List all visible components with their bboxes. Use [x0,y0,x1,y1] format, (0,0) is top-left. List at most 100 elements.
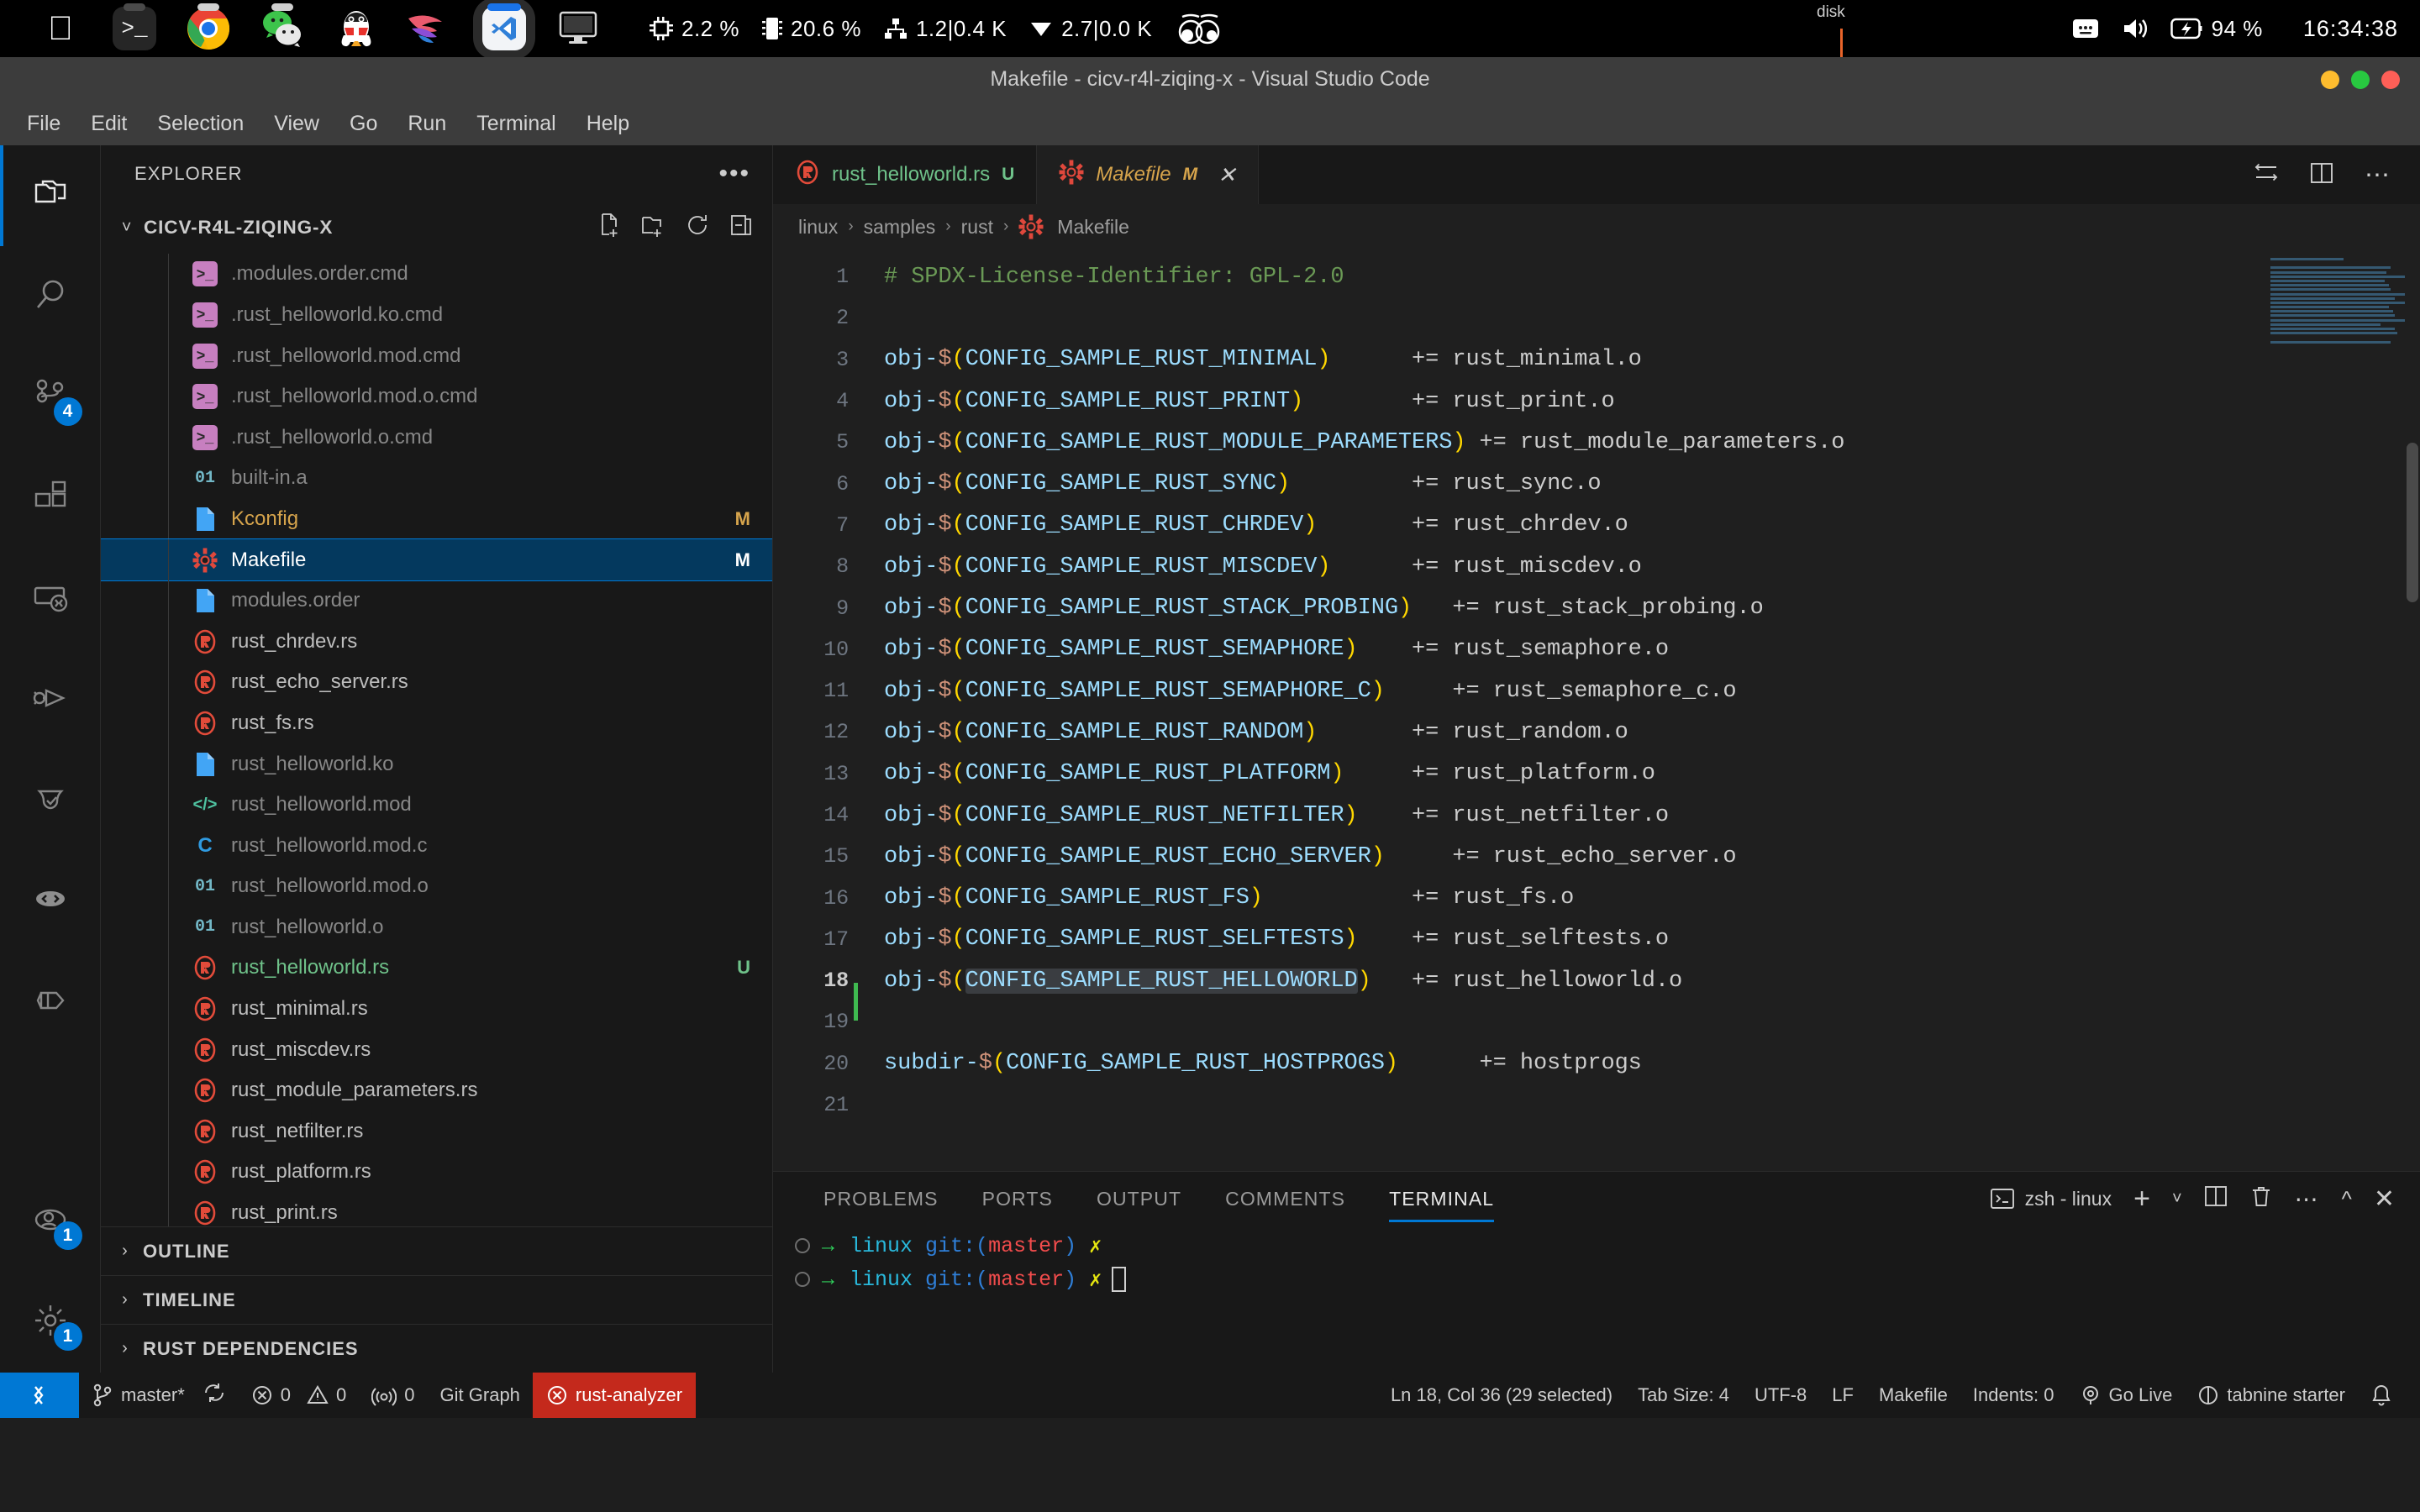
code-line[interactable]: 4 obj-$(CONFIG_SAMPLE_RUST_PRINT) += rust… [773,381,2420,422]
file-tree-item[interactable]: Crust_helloworld.mod.c [101,825,772,866]
code-line[interactable]: 5 obj-$(CONFIG_SAMPLE_RUST_MODULE_PARAMET… [773,422,2420,463]
sidebar-more-icon[interactable]: ••• [718,160,750,188]
tabnine-item[interactable]: tabnine starter [2185,1373,2358,1418]
activity-bar-item-container-view[interactable] [0,952,101,1053]
activity-bar-item-remote-explorer[interactable] [0,549,101,649]
activity-bar-item-explorer[interactable] [0,145,101,246]
file-tree-item[interactable]: rust_netfilter.rs [101,1110,772,1152]
problems-item[interactable]: 0 0 [239,1373,360,1418]
file-tree-item[interactable]: Kconfig M [101,498,772,540]
file-tree-item[interactable]: >_ .rust_helloworld.mod.cmd [101,335,772,376]
input-source-icon[interactable] [2071,16,2100,41]
menu-file[interactable]: File [13,108,74,140]
menu-edit[interactable]: Edit [77,108,140,140]
chevron-down-icon[interactable]: ˅ [118,218,136,238]
sidebar-section-outline[interactable]: › OUTLINE [101,1226,772,1275]
kill-terminal-icon[interactable] [2249,1184,2273,1214]
sidebar-section-rust-dependencies[interactable]: › RUST DEPENDENCIES [101,1324,772,1373]
panel-tab-problems[interactable]: PROBLEMS [802,1172,960,1226]
minimap[interactable] [2270,258,2405,344]
maximize-panel-icon[interactable]: ^ [2342,1186,2352,1212]
menu-clock[interactable]: 16:34:38 [2303,16,2398,42]
code-line[interactable]: 17 obj-$(CONFIG_SAMPLE_RUST_SELFTESTS) +=… [773,919,2420,960]
activity-bar-item-search[interactable] [0,246,101,347]
file-tree[interactable]: >_ .modules.order.cmd >_ .rust_helloworld.k… [101,254,772,1226]
file-tree-item[interactable]: </> rust_helloworld.mod [101,784,772,826]
git-graph-item[interactable]: Git Graph [428,1373,533,1418]
memory-stat[interactable]: 20.6 % [761,16,861,42]
sync-icon[interactable] [203,1382,226,1409]
tab-size-item[interactable]: Tab Size: 4 [1625,1373,1742,1418]
file-tree-item[interactable]: >_ .rust_helloworld.mod.o.cmd [101,375,772,417]
file-tree-item[interactable]: rust_print.rs [101,1192,772,1226]
maximize-button[interactable] [2351,70,2370,89]
breadcrumb-item[interactable]: rust [961,216,993,239]
file-tree-item[interactable]: rust_echo_server.rs [101,662,772,703]
code-line[interactable]: 14 obj-$(CONFIG_SAMPLE_RUST_NETFILTER) +=… [773,795,2420,836]
terminal-output[interactable]: → linux git:(master) ✗ → linux git:(master)… [773,1226,2420,1373]
sidebar-section-timeline[interactable]: › TIMELINE [101,1275,772,1324]
workspace-folder-row[interactable]: ˅ CICV-R4L-ZIQING-X [101,202,772,255]
refresh-icon[interactable] [685,213,710,243]
ports-item[interactable]: 0 [359,1373,427,1418]
file-tree-item[interactable]: rust_fs.rs [101,702,772,744]
code-line[interactable]: 2 [773,297,2420,339]
active-terminal-chip[interactable]: zsh - linux [1990,1187,2112,1210]
code-line[interactable]: 19 [773,1001,2420,1042]
warp-app-icon[interactable] [393,0,467,57]
more-actions-icon[interactable]: ⋯ [2295,1185,2320,1213]
apple-menu-icon[interactable]:  [24,0,97,57]
panel-tab-output[interactable]: OUTPUT [1075,1172,1203,1226]
file-tree-item[interactable]: modules.order [101,580,772,622]
activity-bar-item-accounts[interactable]: 1 [0,1171,101,1272]
split-terminal-icon[interactable] [2204,1184,2228,1214]
code-line[interactable]: 7 obj-$(CONFIG_SAMPLE_RUST_CHRDEV) += rus… [773,505,2420,546]
breadcrumb[interactable]: linux › samples › rust › Makefile [773,204,2420,249]
file-tree-item[interactable]: rust_chrdev.rs [101,621,772,663]
file-tree-item[interactable]: >_ .modules.order.cmd [101,254,772,295]
activity-bar-item-run-and-debug[interactable] [0,649,101,750]
menu-help[interactable]: Help [573,108,643,140]
bell-icon[interactable] [2358,1373,2405,1418]
go-live-item[interactable]: Go Live [2067,1373,2186,1418]
panel-tab-comments[interactable]: COMMENTS [1203,1172,1367,1226]
code-line[interactable]: 8 obj-$(CONFIG_SAMPLE_RUST_MISCDEV) += ru… [773,546,2420,587]
close-icon[interactable]: ✕ [1218,162,1236,188]
collapse-all-icon[interactable] [729,213,754,243]
panel-tab-terminal[interactable]: TERMINAL [1367,1172,1516,1226]
new-folder-icon[interactable] [641,213,666,243]
editor-scrollbar[interactable] [2407,443,2418,602]
wechat-app-icon[interactable] [245,0,319,57]
code-line[interactable]: 9 obj-$(CONFIG_SAMPLE_RUST_STACK_PROBING)… [773,587,2420,628]
indents-item[interactable]: Indents: 0 [1960,1373,2067,1418]
eol-item[interactable]: LF [1819,1373,1866,1418]
rust-analyzer-status[interactable]: rust-analyzer [532,1373,697,1418]
split-editor-right-icon[interactable] [2254,160,2279,190]
close-button[interactable] [2381,70,2400,89]
language-mode-item[interactable]: Makefile [1866,1373,1960,1418]
file-tree-item[interactable]: 01 built-in.a [101,458,772,499]
code-line[interactable]: 15 obj-$(CONFIG_SAMPLE_RUST_ECHO_SERVER) … [773,836,2420,877]
network-up-stat[interactable]: 2.7|0.0 K [1028,16,1152,42]
remote-window-icon[interactable] [0,1373,79,1418]
chrome-app-icon[interactable] [171,0,245,57]
new-terminal-icon[interactable]: + [2133,1184,2150,1213]
file-tree-item[interactable]: 01 rust_helloworld.mod.o [101,865,772,907]
battery-stat[interactable]: 94 % [2170,16,2263,42]
menu-terminal[interactable]: Terminal [463,108,569,140]
close-panel-icon[interactable]: ✕ [2374,1184,2395,1214]
file-tree-item[interactable]: rust_minimal.rs [101,988,772,1030]
vscode-app-icon[interactable] [467,0,541,60]
cursor-position-item[interactable]: Ln 18, Col 36 (29 selected) [1378,1373,1625,1418]
terminal-dropdown-icon[interactable]: ˅ [2172,1189,2182,1209]
open-changes-icon[interactable] [2309,160,2334,190]
code-line[interactable]: 16 obj-$(CONFIG_SAMPLE_RUST_FS) += rust_f… [773,877,2420,918]
menu-go[interactable]: Go [336,108,391,140]
code-line[interactable]: 1 # SPDX-License-Identifier: GPL-2.0 [773,256,2420,297]
code-line[interactable]: 3 obj-$(CONFIG_SAMPLE_RUST_MINIMAL) += ru… [773,339,2420,381]
editor-tab[interactable]: rust_helloworld.rs U [773,145,1038,204]
code-line[interactable]: 10 obj-$(CONFIG_SAMPLE_RUST_SEMAPHORE) +=… [773,629,2420,670]
file-tree-item[interactable]: Makefile M [101,538,772,581]
code-line[interactable]: 11 obj-$(CONFIG_SAMPLE_RUST_SEMAPHORE_C) … [773,670,2420,711]
new-file-icon[interactable] [597,213,623,243]
